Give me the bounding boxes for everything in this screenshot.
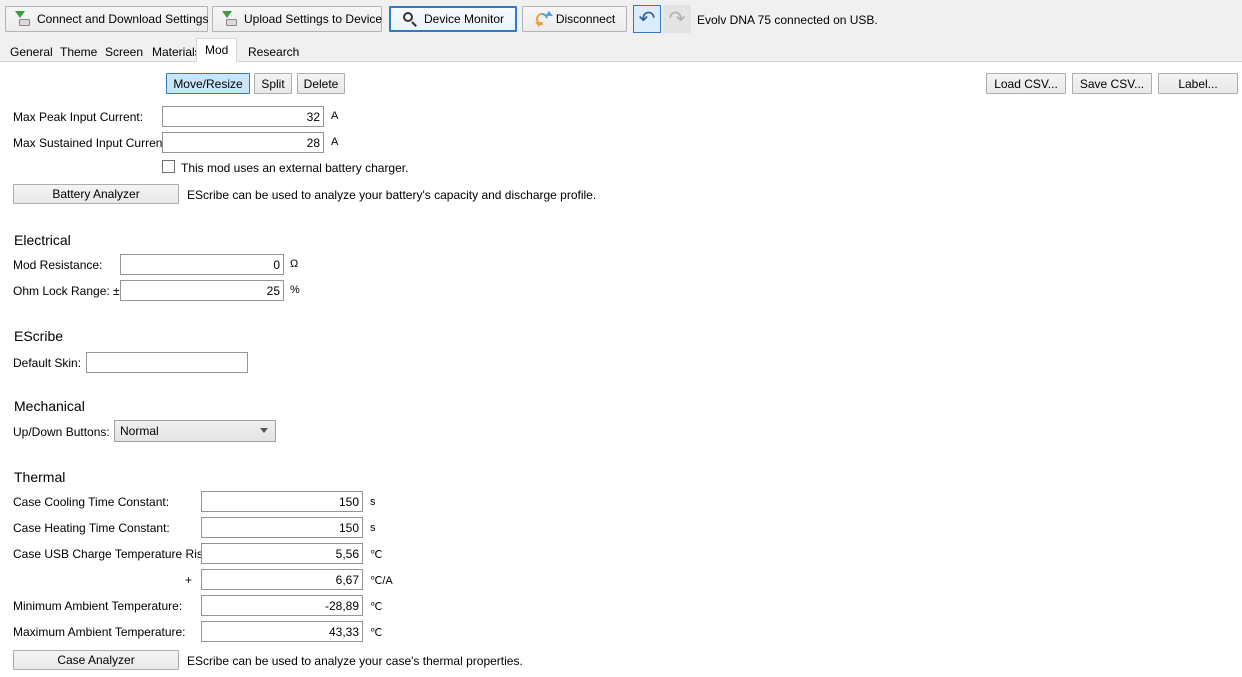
ohm-lock-range-label: Ohm Lock Range: ± [13, 284, 120, 298]
delete-button[interactable]: Delete [297, 73, 345, 94]
undo-arrow-icon: ↶ [638, 8, 656, 30]
max-peak-input-current-field[interactable]: 32 [162, 106, 324, 127]
split-button[interactable]: Split [254, 73, 292, 94]
battery-analyzer-description: EScribe can be used to analyze your batt… [187, 188, 597, 202]
minimum-ambient-temperature-field[interactable]: -28,89 [201, 595, 363, 616]
up-down-buttons-select[interactable]: Normal [114, 420, 276, 442]
thermal-section-heading: Thermal [14, 469, 66, 485]
case-usb-charge-per-amp-unit: ℃/A [370, 575, 393, 587]
ohm-lock-range-unit: % [290, 284, 300, 296]
disconnect-button[interactable]: Disconnect [522, 6, 627, 32]
max-sustained-input-current-field[interactable]: 28 [162, 132, 324, 153]
mechanical-section-heading: Mechanical [14, 398, 85, 414]
case-usb-charge-temperature-rise-unit: ℃ [370, 549, 383, 561]
upload-to-device-icon [222, 11, 238, 27]
tab-screen[interactable]: Screen [97, 41, 151, 62]
case-analyzer-description: EScribe can be used to analyze your case… [187, 654, 523, 668]
save-csv-button[interactable]: Save CSV... [1072, 73, 1152, 94]
case-usb-charge-temperature-rise-label: Case USB Charge Temperature Rise: [13, 547, 213, 561]
undo-button[interactable]: ↶ [633, 5, 661, 33]
disconnect-label: Disconnect [555, 12, 616, 26]
main-toolbar: Connect and Download Settings Upload Set… [0, 0, 1242, 38]
case-usb-charge-per-amp-field[interactable]: 6,67 [201, 569, 363, 590]
mod-resistance-field[interactable]: 0 [120, 254, 284, 275]
max-peak-input-current-unit: A [331, 110, 339, 122]
battery-analyzer-button[interactable]: Battery Analyzer [13, 184, 179, 204]
max-sustained-input-current-unit: A [331, 136, 339, 148]
label-button[interactable]: Label... [1158, 73, 1238, 94]
case-usb-charge-per-amp-label: + [185, 573, 193, 587]
redo-arrow-icon: ↷ [668, 8, 686, 30]
case-heating-time-constant-field[interactable]: 150 [201, 517, 363, 538]
upload-button-label: Upload Settings to Device [244, 12, 383, 26]
case-heating-time-constant-label: Case Heating Time Constant: [13, 521, 170, 535]
mod-resistance-label: Mod Resistance: [13, 258, 103, 272]
minimum-ambient-temperature-label: Minimum Ambient Temperature: [13, 599, 183, 613]
minimum-ambient-temperature-unit: ℃ [370, 601, 383, 613]
case-cooling-time-constant-unit: s [370, 496, 376, 508]
redo-button: ↷ [663, 5, 691, 33]
move-resize-button[interactable]: Move/Resize [166, 73, 250, 94]
maximum-ambient-temperature-label: Maximum Ambient Temperature: [13, 625, 186, 639]
electrical-section-heading: Electrical [14, 232, 71, 248]
download-to-device-icon [15, 11, 31, 27]
connect-and-download-settings-button[interactable]: Connect and Download Settings [5, 6, 208, 32]
max-peak-input-current-label: Max Peak Input Current: [13, 110, 144, 124]
max-sustained-input-current-label: Max Sustained Input Current: [13, 136, 170, 150]
case-usb-charge-temperature-rise-field[interactable]: 5,56 [201, 543, 363, 564]
search-icon [402, 11, 418, 27]
mod-settings-panel: Move/Resize Split Delete Load CSV... Sav… [0, 62, 1242, 677]
up-down-buttons-label: Up/Down Buttons: [13, 425, 110, 439]
case-cooling-time-constant-field[interactable]: 150 [201, 491, 363, 512]
case-cooling-time-constant-label: Case Cooling Time Constant: [13, 495, 170, 509]
mod-resistance-unit: Ω [290, 258, 299, 270]
external-battery-charger-label: This mod uses an external battery charge… [181, 161, 409, 175]
maximum-ambient-temperature-field[interactable]: 43,33 [201, 621, 363, 642]
escribe-section-heading: EScribe [14, 328, 64, 344]
case-heating-time-constant-unit: s [370, 522, 376, 534]
device-monitor-button[interactable]: Device Monitor [389, 6, 517, 32]
ohm-lock-range-field[interactable]: 25 [120, 280, 284, 301]
connection-status-text: Evolv DNA 75 connected on USB. [697, 13, 878, 27]
case-analyzer-button[interactable]: Case Analyzer [13, 650, 179, 670]
up-down-buttons-value: Normal [120, 424, 159, 438]
device-monitor-label: Device Monitor [423, 12, 505, 26]
tab-research[interactable]: Research [240, 41, 307, 62]
upload-settings-to-device-button[interactable]: Upload Settings to Device [212, 6, 382, 32]
tab-strip: General Theme Screen Materials Mod Resea… [0, 38, 1242, 62]
tab-mod[interactable]: Mod [196, 38, 238, 62]
refresh-icon [533, 10, 553, 28]
maximum-ambient-temperature-unit: ℃ [370, 627, 383, 639]
default-skin-label: Default Skin: [13, 356, 82, 370]
load-csv-button[interactable]: Load CSV... [986, 73, 1066, 94]
chevron-down-icon [260, 428, 268, 433]
external-battery-charger-checkbox[interactable] [162, 160, 175, 173]
connect-button-label: Connect and Download Settings [37, 12, 209, 26]
default-skin-field[interactable] [86, 352, 248, 373]
